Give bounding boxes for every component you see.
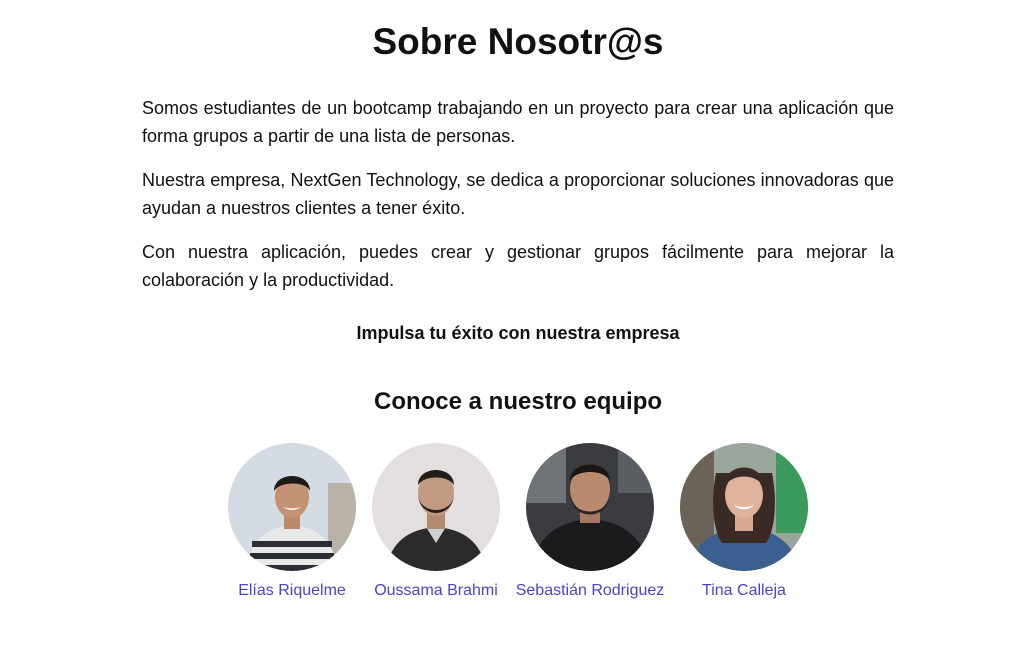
team-member-card: Sebastián Rodriguez bbox=[500, 443, 680, 601]
intro-paragraph-3: Con nuestra aplicación, puedes crear y g… bbox=[142, 242, 894, 290]
intro-section: Somos estudiantes de un bootcamp trabaja… bbox=[142, 94, 894, 310]
avatar bbox=[526, 443, 654, 571]
page-title: Sobre Nosotr@s bbox=[372, 21, 664, 62]
member-name-link[interactable]: Sebastián Rodriguez bbox=[500, 581, 680, 601]
member-name-link[interactable]: Oussama Brahmi bbox=[346, 581, 526, 601]
member-name-link[interactable]: Tina Calleja bbox=[654, 581, 834, 601]
team-member-card: Tina Calleja bbox=[654, 443, 834, 601]
about-page: Sobre Nosotr@s Somos estudiantes de un b… bbox=[0, 0, 1012, 670]
avatar bbox=[372, 443, 500, 571]
avatar bbox=[228, 443, 356, 571]
intro-paragraph-1: Somos estudiantes de un bootcamp trabaja… bbox=[142, 98, 894, 146]
avatar bbox=[680, 443, 808, 571]
intro-paragraph-2: Nuestra empresa, NextGen Technology, se … bbox=[142, 170, 894, 218]
team-member-card: Oussama Brahmi bbox=[346, 443, 526, 601]
slogan: Impulsa tu éxito con nuestra empresa bbox=[356, 323, 680, 343]
team-title: Conoce a nuestro equipo bbox=[373, 388, 663, 415]
